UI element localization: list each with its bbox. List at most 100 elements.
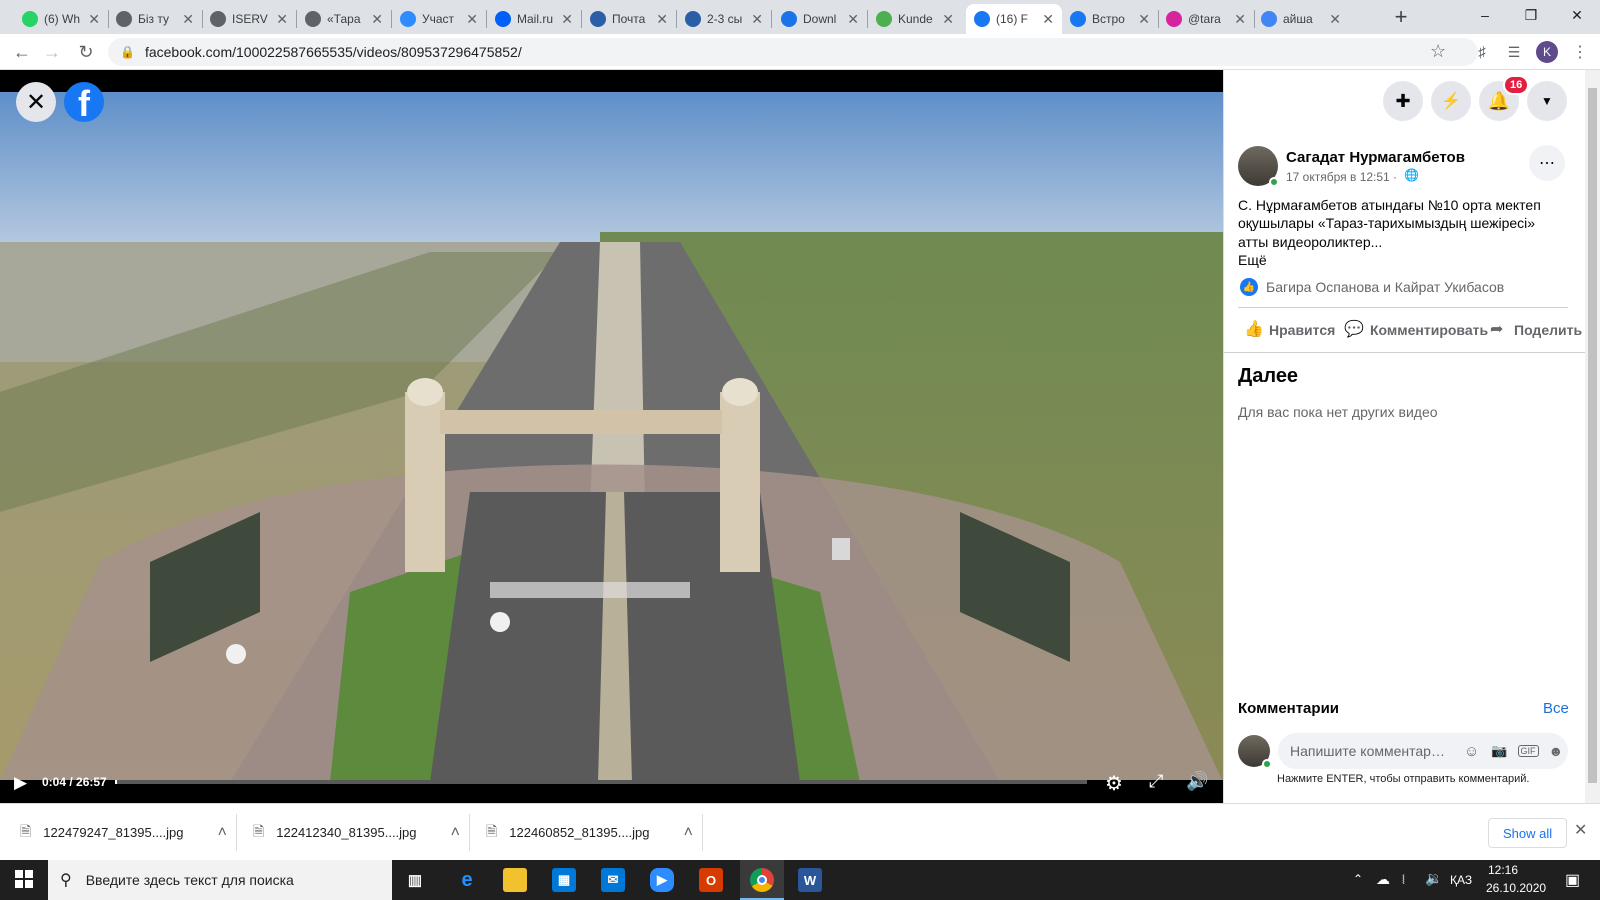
tab-2[interactable]: Біз ту ✕ bbox=[108, 4, 202, 34]
store-icon[interactable]: ▦ bbox=[552, 868, 576, 892]
media-control-icon[interactable]: ☰ bbox=[1502, 40, 1526, 64]
download-item[interactable]: 🗎 122460852_81395....jpg ˄ bbox=[486, 804, 701, 861]
play-icon[interactable]: ▶ bbox=[14, 773, 27, 793]
star-icon[interactable]: ☆ bbox=[1430, 41, 1446, 62]
window-close-icon[interactable]: ✕ bbox=[1554, 0, 1600, 30]
tab-6[interactable]: Mail.ru ✕ bbox=[487, 4, 581, 34]
fullscreen-icon[interactable]: ⤢ bbox=[1149, 771, 1163, 792]
reactions-names[interactable]: Багира Оспанова и Кайрат Укибасов bbox=[1266, 279, 1504, 295]
close-downloads-icon[interactable]: ✕ bbox=[1574, 820, 1587, 840]
extensions-icon[interactable]: ♯ bbox=[1470, 40, 1494, 64]
volume-icon[interactable]: 🔊 bbox=[1186, 771, 1208, 792]
like-button[interactable]: Нравится bbox=[1269, 322, 1335, 338]
close-video-button[interactable]: ✕ bbox=[16, 82, 56, 122]
sticker-icon[interactable]: ☻ bbox=[1549, 743, 1564, 759]
taskbar-search[interactable]: ⚲ Введите здесь текст для поиска bbox=[48, 860, 392, 900]
tab-8[interactable]: 2-3 сы ✕ bbox=[677, 4, 771, 34]
zoom-icon[interactable]: ▶ bbox=[650, 868, 674, 892]
tab-5[interactable]: Участ ✕ bbox=[392, 4, 486, 34]
tab-3[interactable]: ISERV ✕ bbox=[202, 4, 296, 34]
tab-7[interactable]: Почта ✕ bbox=[582, 4, 676, 34]
profile-avatar[interactable]: K bbox=[1536, 41, 1558, 63]
file-explorer-icon[interactable] bbox=[503, 868, 527, 892]
video-player[interactable] bbox=[0, 70, 1223, 803]
messenger-icon[interactable]: ⚡ bbox=[1431, 81, 1471, 121]
reload-icon[interactable]: ↻ bbox=[74, 40, 98, 64]
speaker-icon[interactable]: 🔉 bbox=[1425, 870, 1442, 887]
comment-input[interactable]: Напишите комментарий... ☺ 📷 GIF ☻ bbox=[1278, 733, 1568, 769]
google-icon bbox=[1261, 11, 1277, 27]
chevron-up-icon[interactable]: ˄ bbox=[218, 824, 227, 842]
video-progress-bar[interactable] bbox=[115, 780, 1087, 784]
tab-1[interactable]: (6) Wh ✕ bbox=[14, 4, 108, 34]
chevron-up-icon[interactable]: ˄ bbox=[684, 824, 693, 842]
tab-4[interactable]: «Тара ✕ bbox=[297, 4, 391, 34]
like-icon[interactable]: 👍 bbox=[1244, 319, 1264, 339]
tab-close-icon[interactable]: ✕ bbox=[847, 11, 859, 28]
menu-icon[interactable]: ⋮ bbox=[1568, 40, 1592, 64]
chrome-icon[interactable] bbox=[750, 868, 774, 892]
tab-close-icon[interactable]: ✕ bbox=[751, 11, 763, 28]
minimize-icon[interactable]: – bbox=[1462, 0, 1508, 30]
tab-14[interactable]: айша ✕ bbox=[1253, 4, 1349, 34]
post-author[interactable]: Сагадат Нурмагамбетов bbox=[1286, 149, 1465, 166]
office-icon[interactable]: O bbox=[699, 868, 723, 892]
share-button[interactable]: Поделиться bbox=[1514, 322, 1582, 338]
back-icon[interactable]: ← bbox=[10, 40, 34, 64]
download-item[interactable]: 🗎 122412340_81395....jpg ˄ bbox=[253, 804, 468, 861]
tab-close-icon[interactable]: ✕ bbox=[371, 11, 383, 28]
onedrive-icon[interactable]: ☁ bbox=[1376, 871, 1390, 888]
tab-9[interactable]: Downl ✕ bbox=[773, 4, 867, 34]
task-view-icon[interactable]: ▥ bbox=[403, 868, 427, 892]
more-options-button[interactable]: ⋯ bbox=[1529, 145, 1565, 181]
share-icon[interactable]: ➦ bbox=[1490, 319, 1503, 339]
tab-close-icon[interactable]: ✕ bbox=[942, 11, 954, 28]
download-item[interactable]: 🗎 122479247_81395....jpg ˄ bbox=[20, 804, 235, 861]
account-menu-icon[interactable]: ▼ bbox=[1527, 81, 1567, 121]
see-more-link[interactable]: Ещё bbox=[1238, 252, 1267, 268]
tab-11[interactable]: (16) F ✕ bbox=[966, 4, 1062, 34]
new-tab-button[interactable]: + bbox=[1388, 4, 1414, 30]
show-all-downloads-button[interactable]: Show all bbox=[1488, 818, 1568, 848]
scrollbar[interactable] bbox=[1585, 70, 1600, 803]
wifi-icon[interactable]: ⧙ bbox=[1402, 871, 1405, 888]
divider bbox=[1223, 352, 1585, 353]
tab-close-icon[interactable]: ✕ bbox=[561, 11, 573, 28]
facebook-logo[interactable]: f bbox=[64, 82, 104, 122]
chevron-up-icon[interactable]: ˄ bbox=[451, 824, 460, 842]
tab-close-icon[interactable]: ✕ bbox=[182, 11, 194, 28]
create-button[interactable]: ✚ bbox=[1383, 81, 1423, 121]
edge-icon[interactable]: e bbox=[455, 868, 479, 892]
camera-icon[interactable]: 📷 bbox=[1491, 743, 1507, 759]
emoji-icon[interactable]: ☺ bbox=[1464, 743, 1479, 760]
clock-time[interactable]: 12:16 bbox=[1488, 863, 1518, 877]
tab-close-icon[interactable]: ✕ bbox=[1234, 11, 1246, 28]
tab-close-icon[interactable]: ✕ bbox=[276, 11, 288, 28]
address-bar[interactable]: 🔒 facebook.com/100022587665535/videos/80… bbox=[108, 38, 1478, 66]
comment-icon[interactable]: 💬 bbox=[1344, 319, 1364, 339]
tab-close-icon[interactable]: ✕ bbox=[466, 11, 478, 28]
action-center-icon[interactable]: ▣ bbox=[1565, 870, 1580, 890]
start-icon[interactable] bbox=[15, 870, 33, 888]
word-icon[interactable]: W bbox=[798, 868, 822, 892]
gif-icon[interactable]: GIF bbox=[1517, 745, 1539, 757]
post-date[interactable]: 17 октября в 12:51 · bbox=[1286, 170, 1397, 184]
forward-icon[interactable]: → bbox=[40, 40, 64, 64]
comment-button[interactable]: Комментировать bbox=[1370, 322, 1488, 338]
settings-icon[interactable]: ⚙ bbox=[1105, 771, 1123, 796]
tab-close-icon[interactable]: ✕ bbox=[1329, 11, 1341, 28]
tab-close-icon[interactable]: ✕ bbox=[656, 11, 668, 28]
tab-close-icon[interactable]: ✕ bbox=[1138, 11, 1150, 28]
restore-icon[interactable]: ❐ bbox=[1508, 0, 1554, 30]
clock-date[interactable]: 26.10.2020 bbox=[1486, 881, 1546, 895]
tab-close-icon[interactable]: ✕ bbox=[1042, 11, 1054, 28]
tab-close-icon[interactable]: ✕ bbox=[88, 11, 100, 28]
tab-10[interactable]: Kunde ✕ bbox=[868, 4, 962, 34]
tab-13[interactable]: @tara ✕ bbox=[1158, 4, 1254, 34]
comments-filter-all[interactable]: Все bbox=[1543, 700, 1569, 717]
scrollbar-thumb[interactable] bbox=[1588, 88, 1597, 783]
mail-icon[interactable]: ✉ bbox=[601, 868, 625, 892]
tray-overflow-icon[interactable]: ⌃ bbox=[1353, 872, 1363, 886]
language-indicator[interactable]: ҚАЗ bbox=[1450, 873, 1472, 887]
tab-12[interactable]: Встро ✕ bbox=[1062, 4, 1158, 34]
